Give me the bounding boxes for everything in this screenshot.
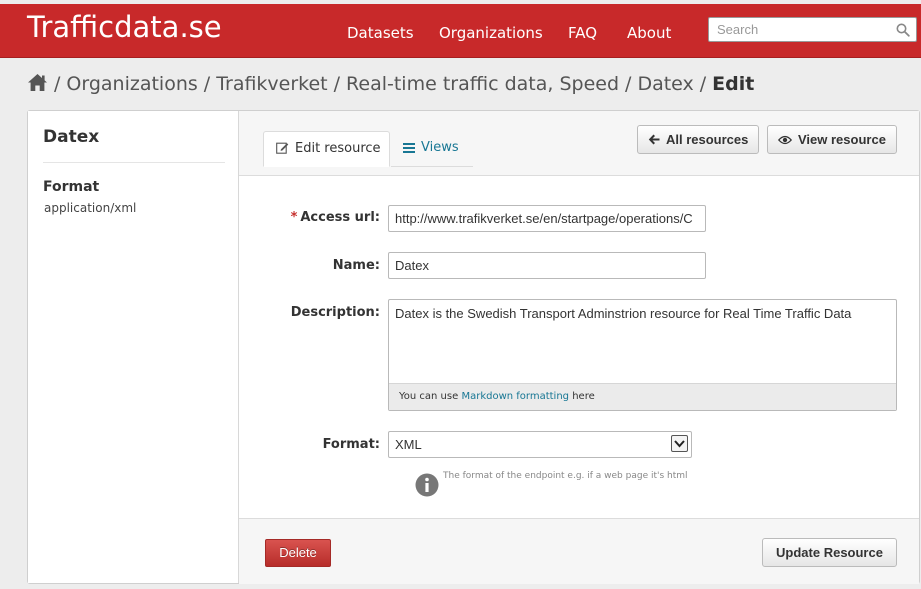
breadcrumb: / Organizations / Trafikverket / Real-time tr…	[27, 72, 754, 96]
tab-edit-resource[interactable]: Edit resource	[263, 131, 390, 167]
view-resource-label: View resource	[798, 132, 886, 147]
format-select[interactable]: XML	[388, 431, 692, 458]
markdown-hint-prefix: You can use	[399, 391, 459, 402]
format-hint: The format of the endpoint e.g. if a web…	[443, 471, 688, 481]
nav-faq[interactable]: FAQ	[568, 23, 597, 43]
resource-sidebar: Datex Format application/xml	[28, 111, 239, 583]
resource-edit-card: Datex Format application/xml Edit resour…	[27, 110, 920, 584]
update-resource-button[interactable]: Update Resource	[762, 538, 897, 567]
all-resources-button[interactable]: All resources	[637, 125, 760, 154]
info-icon	[415, 473, 439, 497]
breadcrumb-separator: /	[333, 73, 341, 95]
markdown-hint: You can use Markdown formatting here	[389, 383, 896, 410]
breadcrumb-active: Edit	[712, 73, 755, 95]
description-label: Description:	[290, 305, 380, 320]
description-textarea[interactable]: Datex is the Swedish Transport Adminstri…	[388, 299, 897, 411]
breadcrumb-separator: /	[699, 73, 707, 95]
breadcrumb-separator: /	[203, 73, 211, 95]
top-navbar: Trafficdata.se Datasets Organizations FA…	[0, 4, 921, 58]
format-selected-value: XML	[395, 437, 422, 452]
sidebar-divider	[43, 162, 225, 163]
access-url-label: * Access url:	[239, 210, 380, 225]
markdown-formatting-link[interactable]: Markdown formatting	[461, 391, 569, 402]
all-resources-label: All resources	[666, 132, 749, 147]
breadcrumb-organizations[interactable]: Organizations	[66, 73, 197, 95]
form-actions: Delete Update Resource	[239, 518, 919, 584]
access-url-input[interactable]: http://www.trafikverket.se/en/startpage/…	[388, 205, 706, 232]
search-box	[708, 17, 917, 42]
nav-organizations[interactable]: Organizations	[439, 23, 543, 43]
list-icon	[403, 143, 415, 153]
resource-header: Edit resource Views All resources View r…	[239, 111, 919, 176]
breadcrumb-resource[interactable]: Datex	[637, 73, 693, 95]
sidebar-title: Datex	[43, 127, 100, 147]
tab-views-label: Views	[421, 140, 459, 155]
required-marker: *	[290, 210, 298, 225]
site-logo[interactable]: Trafficdata.se	[27, 9, 222, 45]
tab-views[interactable]: Views	[391, 131, 473, 167]
view-resource-button[interactable]: View resource	[767, 125, 897, 154]
edit-icon	[276, 142, 289, 154]
format-label: Format:	[322, 437, 380, 452]
tab-edit-label: Edit resource	[295, 141, 381, 156]
delete-button[interactable]: Delete	[265, 539, 331, 567]
search-input[interactable]	[717, 21, 887, 38]
sidebar-format-value: application/xml	[44, 201, 137, 215]
breadcrumb-dataset[interactable]: Real-time traffic data, Speed	[346, 73, 619, 95]
name-label: Name:	[332, 258, 380, 273]
resource-form-area: Edit resource Views All resources View r…	[239, 111, 919, 584]
description-text: Datex is the Swedish Transport Adminstri…	[395, 306, 852, 321]
breadcrumb-separator: /	[625, 73, 632, 95]
sidebar-format-label: Format	[43, 179, 100, 195]
markdown-hint-suffix: here	[572, 391, 595, 402]
breadcrumb-separator: /	[54, 73, 61, 95]
search-icon[interactable]	[896, 23, 910, 37]
breadcrumb-trafikverket[interactable]: Trafikverket	[216, 73, 327, 95]
nav-about[interactable]: About	[627, 23, 671, 43]
eye-icon	[777, 135, 793, 145]
chevron-down-icon[interactable]	[671, 435, 688, 452]
nav-datasets[interactable]: Datasets	[347, 23, 414, 43]
name-input[interactable]: Datex	[388, 252, 706, 279]
access-url-label-text: Access url:	[300, 210, 380, 225]
home-icon[interactable]	[27, 73, 48, 92]
arrow-left-icon	[648, 134, 660, 145]
